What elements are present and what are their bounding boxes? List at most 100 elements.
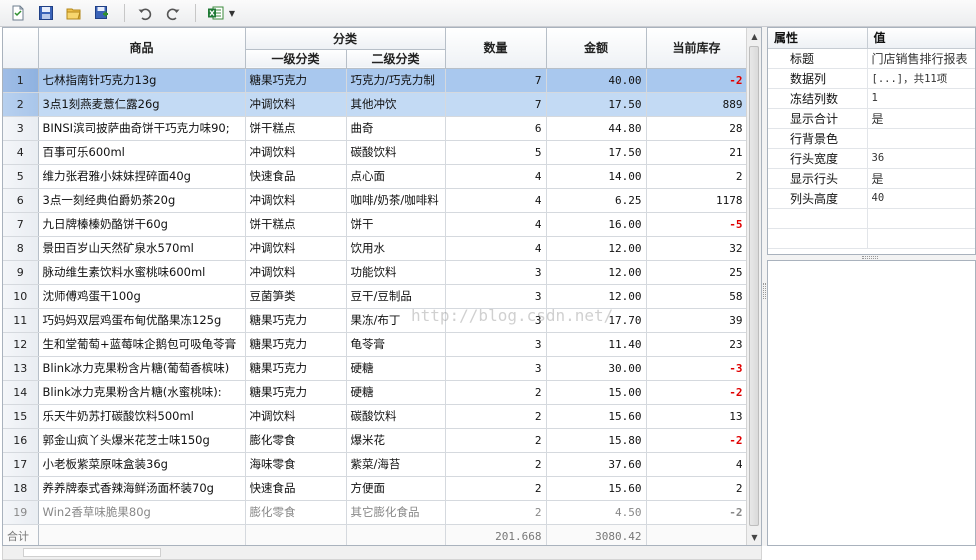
cell-level1[interactable]: 糖果巧克力 <box>245 380 347 405</box>
table-row[interactable]: 7 九日牌榛榛奶酪饼干60g 饼干糕点 饼干 4 16.00 -5 <box>3 212 748 237</box>
cell-level1[interactable]: 糖果巧克力 <box>245 68 347 93</box>
cell-amount[interactable]: 6.25 <box>546 188 647 213</box>
cell-amount[interactable]: 14.00 <box>546 164 647 189</box>
cell-qty[interactable]: 5 <box>445 140 547 165</box>
property-row[interactable]: 列头高度 40 <box>768 188 975 209</box>
cell-amount[interactable]: 17.50 <box>546 92 647 117</box>
cell-level1[interactable]: 冲调饮料 <box>245 188 347 213</box>
cell-level2[interactable]: 龟苓膏 <box>346 332 446 357</box>
cell-stock[interactable]: -2 <box>646 428 748 453</box>
cell-level1[interactable]: 冲调饮料 <box>245 404 347 429</box>
cell-amount[interactable]: 30.00 <box>546 356 647 381</box>
cell-level2[interactable]: 紫菜/海苔 <box>346 452 446 477</box>
table-row[interactable]: 13 Blink冰力克果粉含片糖(葡萄香槟味) 糖果巧克力 硬糖 3 30.00 -3 <box>3 356 748 381</box>
cell-product[interactable]: 3点一刻经典伯爵奶茶20g <box>38 188 246 213</box>
cell-amount[interactable]: 15.80 <box>546 428 647 453</box>
property-name[interactable]: 显示合计 <box>768 108 868 129</box>
cell-stock[interactable]: 39 <box>646 308 748 333</box>
cell-qty[interactable]: 4 <box>445 164 547 189</box>
row-number[interactable]: 18 <box>3 476 39 501</box>
cell-level1[interactable]: 快速食品 <box>245 476 347 501</box>
excel-export-icon[interactable] <box>204 2 228 24</box>
cell-product[interactable]: Blink冰力克果粉含片糖(水蜜桃味): <box>38 380 246 405</box>
cell-product[interactable]: 维力张君雅小妹妹捏碎面40g <box>38 164 246 189</box>
cell-level2[interactable]: 其它膨化食品 <box>346 500 446 525</box>
cell-level1[interactable]: 膨化零食 <box>245 428 347 453</box>
cell-level1[interactable]: 冲调饮料 <box>245 260 347 285</box>
table-row[interactable]: 16 郭金山疯丫头爆米花芝士味150g 膨化零食 爆米花 2 15.80 -2 <box>3 428 748 453</box>
cell-qty[interactable]: 3 <box>445 356 547 381</box>
scroll-up-icon[interactable]: ▲ <box>747 28 761 44</box>
cell-product[interactable]: 郭金山疯丫头爆米花芝士味150g <box>38 428 246 453</box>
property-grid[interactable]: 属性 值 标题 门店销售排行报表 数据列 [...]，共11项 冻结列数 1 显示合计是行背… <box>767 27 976 255</box>
save-as-icon[interactable] <box>90 2 114 24</box>
cell-product[interactable]: BINSI滨司披萨曲奇饼干巧克力味90; <box>38 116 246 141</box>
property-row[interactable]: 数据列 [...]，共11项 <box>768 68 975 89</box>
table-row[interactable]: 18 养养牌泰式香辣海鲜汤面杯装70g 快速食品 方便面 2 15.60 2 <box>3 476 748 501</box>
column-header-level1[interactable]: 一级分类 <box>245 49 347 69</box>
cell-qty[interactable]: 7 <box>445 68 547 93</box>
cell-product[interactable]: 养养牌泰式香辣海鲜汤面杯装70g <box>38 476 246 501</box>
cell-amount[interactable]: 15.00 <box>546 380 647 405</box>
cell-qty[interactable]: 4 <box>445 188 547 213</box>
cell-product[interactable]: 小老板紫菜原味盒装36g <box>38 452 246 477</box>
cell-qty[interactable]: 2 <box>445 452 547 477</box>
cell-level2[interactable]: 点心面 <box>346 164 446 189</box>
row-number[interactable]: 15 <box>3 404 39 429</box>
cell-stock[interactable]: 28 <box>646 116 748 141</box>
scroll-thumb[interactable] <box>23 548 161 557</box>
cell-stock[interactable]: 4 <box>646 452 748 477</box>
cell-level2[interactable]: 饮用水 <box>346 236 446 261</box>
cell-product[interactable]: 脉动维生素饮料水蜜桃味600ml <box>38 260 246 285</box>
row-number[interactable]: 2 <box>3 92 39 117</box>
row-number[interactable]: 17 <box>3 452 39 477</box>
cell-stock[interactable]: -2 <box>646 380 748 405</box>
scroll-thumb[interactable] <box>749 46 759 526</box>
cell-amount[interactable]: 44.80 <box>546 116 647 141</box>
property-value[interactable] <box>867 128 975 149</box>
table-row[interactable]: 19 Win2香草味脆果80g 膨化零食 其它膨化食品 2 4.50 -2 <box>3 500 748 525</box>
open-folder-icon[interactable] <box>62 2 86 24</box>
cell-level1[interactable]: 海味零食 <box>245 452 347 477</box>
property-name[interactable]: 冻结列数 <box>768 88 868 109</box>
table-row[interactable]: 11 巧妈妈双层鸡蛋布甸优酪果冻125g 糖果巧克力 果冻/布丁 3 17.70 39 <box>3 308 748 333</box>
cell-product[interactable]: 3点1刻燕麦薏仁露26g <box>38 92 246 117</box>
property-value[interactable]: 是 <box>867 168 975 189</box>
cell-qty[interactable]: 3 <box>445 260 547 285</box>
table-row[interactable]: 3 BINSI滨司披萨曲奇饼干巧克力味90; 饼干糕点 曲奇 6 44.80 28 <box>3 116 748 141</box>
table-row[interactable]: 1 七林指南针巧克力13g 糖果巧克力 巧克力/巧克力制 7 40.00 -2 <box>3 68 748 93</box>
cell-amount[interactable]: 17.70 <box>546 308 647 333</box>
property-value[interactable]: 是 <box>867 108 975 129</box>
cell-stock[interactable]: -2 <box>646 500 748 525</box>
column-header-qty[interactable]: 数量 <box>445 28 547 69</box>
cell-level1[interactable]: 糖果巧克力 <box>245 332 347 357</box>
new-icon[interactable] <box>6 2 30 24</box>
cell-level1[interactable]: 饼干糕点 <box>245 212 347 237</box>
property-name[interactable]: 列头高度 <box>768 188 868 209</box>
cell-qty[interactable]: 3 <box>445 284 547 309</box>
row-number[interactable]: 3 <box>3 116 39 141</box>
table-row[interactable]: 10 沈师傅鸡蛋干100g 豆菌笋类 豆干/豆制品 3 12.00 58 <box>3 284 748 309</box>
horizontal-scrollbar[interactable] <box>2 546 762 560</box>
chevron-down-icon[interactable]: ▼ <box>228 2 236 24</box>
cell-amount[interactable]: 15.60 <box>546 404 647 429</box>
cell-amount[interactable]: 11.40 <box>546 332 647 357</box>
splitter-grip[interactable] <box>862 256 878 259</box>
cell-amount[interactable]: 4.50 <box>546 500 647 525</box>
cell-level1[interactable]: 快速食品 <box>245 164 347 189</box>
property-name[interactable]: 显示行头 <box>768 168 868 189</box>
cell-stock[interactable]: 21 <box>646 140 748 165</box>
cell-stock[interactable]: 58 <box>646 284 748 309</box>
cell-stock[interactable]: 13 <box>646 404 748 429</box>
cell-level1[interactable]: 豆菌笋类 <box>245 284 347 309</box>
undo-icon[interactable] <box>133 2 157 24</box>
property-value[interactable]: 1 <box>867 88 975 109</box>
property-value[interactable]: [...]，共11项 <box>867 68 975 89</box>
property-name[interactable]: 行头宽度 <box>768 148 868 169</box>
cell-amount[interactable]: 15.60 <box>546 476 647 501</box>
cell-amount[interactable]: 40.00 <box>546 68 647 93</box>
cell-level2[interactable]: 曲奇 <box>346 116 446 141</box>
cell-level2[interactable]: 饼干 <box>346 212 446 237</box>
column-header-product[interactable]: 商品 <box>38 28 246 69</box>
cell-level2[interactable]: 功能饮料 <box>346 260 446 285</box>
